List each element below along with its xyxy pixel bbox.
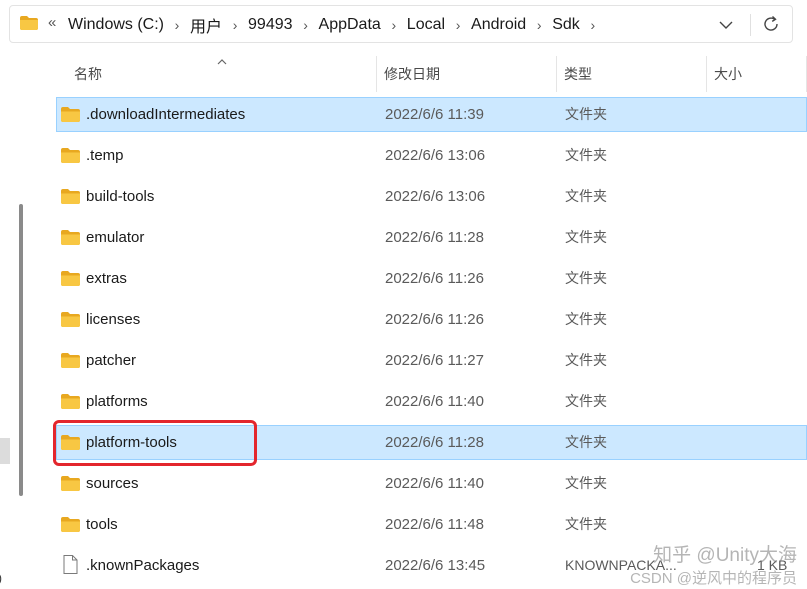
column-header-size[interactable]: 大小 — [714, 56, 742, 92]
file-icon — [61, 555, 80, 574]
navigation-glyph: ) — [0, 571, 2, 585]
chevron-right-icon[interactable]: › — [224, 17, 246, 33]
file-row[interactable]: build-tools 2022/6/6 13:06 文件夹 — [56, 179, 807, 214]
file-size: 1 KB — [757, 557, 788, 573]
folder-icon — [61, 189, 80, 204]
chevron-right-icon[interactable]: › — [582, 17, 604, 33]
folder-icon — [61, 476, 80, 491]
breadcrumb-item[interactable]: Windows (C:) — [66, 16, 166, 34]
file-name: extras — [86, 270, 127, 287]
navigation-item-edge[interactable] — [0, 438, 10, 464]
breadcrumb-item[interactable]: Sdk — [550, 16, 582, 34]
file-row[interactable]: sources 2022/6/6 11:40 文件夹 — [56, 466, 807, 501]
folder-icon — [61, 148, 80, 163]
file-list: .downloadIntermediates 2022/6/6 11:39 文件夹.… — [56, 97, 807, 589]
file-type: 文件夹 — [565, 516, 607, 532]
file-type: 文件夹 — [565, 434, 607, 450]
chevron-right-icon[interactable]: › — [528, 17, 550, 33]
folder-icon — [61, 353, 80, 368]
sort-ascending-icon — [217, 59, 227, 65]
column-divider[interactable] — [376, 56, 377, 92]
file-name: platforms — [86, 393, 148, 410]
file-type: 文件夹 — [565, 188, 607, 204]
breadcrumb-item[interactable]: 99493 — [246, 16, 295, 34]
file-row[interactable]: platform-tools 2022/6/6 11:28 文件夹 — [56, 425, 807, 460]
file-name: tools — [86, 516, 118, 533]
file-modified-date: 2022/6/6 11:26 — [385, 270, 484, 287]
folder-icon — [61, 394, 80, 409]
divider — [750, 14, 751, 36]
file-name: licenses — [86, 311, 141, 328]
breadcrumb-item[interactable]: Local — [405, 16, 447, 34]
file-name: .temp — [86, 147, 124, 164]
refresh-icon[interactable] — [760, 13, 782, 35]
file-modified-date: 2022/6/6 13:06 — [385, 188, 486, 205]
file-name: emulator — [86, 229, 145, 246]
file-type: 文件夹 — [565, 270, 607, 286]
file-modified-date: 2022/6/6 11:48 — [385, 516, 484, 533]
file-row[interactable]: emulator 2022/6/6 11:28 文件夹 — [56, 220, 807, 255]
file-modified-date: 2022/6/6 11:40 — [385, 475, 484, 492]
address-bar[interactable]: « Windows (C:) › 用户 › 99493 › AppData › … — [9, 5, 793, 43]
breadcrumb-item[interactable]: Android — [469, 16, 528, 34]
file-modified-date: 2022/6/6 11:26 — [385, 311, 484, 328]
column-header-modified[interactable]: 修改日期 — [384, 56, 440, 92]
column-divider[interactable] — [706, 56, 707, 92]
file-modified-date: 2022/6/6 11:28 — [385, 434, 484, 451]
folder-icon — [61, 517, 80, 532]
breadcrumb-item[interactable]: AppData — [317, 16, 383, 34]
file-explorer-window: « Windows (C:) › 用户 › 99493 › AppData › … — [0, 0, 807, 589]
chevron-right-icon[interactable]: › — [383, 17, 405, 33]
file-row[interactable]: .knownPackages 2022/6/6 13:45 KNOWNPACKA..… — [56, 548, 807, 583]
file-row[interactable]: licenses 2022/6/6 11:26 文件夹 — [56, 302, 807, 337]
file-modified-date: 2022/6/6 13:06 — [385, 147, 486, 164]
file-type: 文件夹 — [565, 147, 607, 163]
column-header-name[interactable]: 名称 — [74, 56, 102, 92]
file-type: 文件夹 — [565, 106, 607, 122]
chevron-right-icon[interactable]: › — [295, 17, 317, 33]
file-type: 文件夹 — [565, 229, 607, 245]
file-type: 文件夹 — [565, 393, 607, 409]
file-type: 文件夹 — [565, 352, 607, 368]
breadcrumb-item[interactable]: 用户 — [188, 13, 224, 37]
folder-icon — [20, 16, 38, 30]
file-row[interactable]: platforms 2022/6/6 11:40 文件夹 — [56, 384, 807, 419]
navigation-pane — [0, 56, 30, 589]
folder-icon — [61, 435, 80, 450]
file-name: build-tools — [86, 188, 155, 205]
file-row[interactable]: .temp 2022/6/6 13:06 文件夹 — [56, 138, 807, 173]
folder-icon — [61, 107, 80, 122]
navigation-scrollbar[interactable] — [19, 204, 23, 496]
chevron-right-icon[interactable]: › — [447, 17, 469, 33]
folder-icon — [61, 312, 80, 327]
file-modified-date: 2022/6/6 11:39 — [385, 106, 484, 123]
file-modified-date: 2022/6/6 11:27 — [385, 352, 484, 369]
file-modified-date: 2022/6/6 11:40 — [385, 393, 484, 410]
file-type: 文件夹 — [565, 311, 607, 327]
file-modified-date: 2022/6/6 13:45 — [385, 557, 486, 574]
file-name: .knownPackages — [86, 557, 200, 574]
breadcrumb-overflow-button[interactable]: « — [48, 14, 56, 31]
column-header-row: 名称 修改日期 类型 大小 — [56, 56, 807, 92]
file-name: patcher — [86, 352, 137, 369]
file-type: KNOWNPACKA... — [565, 557, 677, 573]
file-row[interactable]: tools 2022/6/6 11:48 文件夹 — [56, 507, 807, 542]
chevron-right-icon[interactable]: › — [166, 17, 188, 33]
file-name: sources — [86, 475, 139, 492]
folder-icon — [61, 230, 80, 245]
file-name: .downloadIntermediates — [86, 106, 246, 123]
file-row[interactable]: patcher 2022/6/6 11:27 文件夹 — [56, 343, 807, 378]
file-name: platform-tools — [86, 434, 177, 451]
file-type: 文件夹 — [565, 475, 607, 491]
folder-icon — [61, 271, 80, 286]
column-divider[interactable] — [556, 56, 557, 92]
breadcrumb: Windows (C:) › 用户 › 99493 › AppData › Lo… — [66, 14, 604, 36]
file-row[interactable]: .downloadIntermediates 2022/6/6 11:39 文件夹 — [56, 97, 807, 132]
column-header-type[interactable]: 类型 — [564, 56, 592, 92]
chevron-down-icon[interactable] — [716, 15, 736, 35]
file-row[interactable]: extras 2022/6/6 11:26 文件夹 — [56, 261, 807, 296]
file-modified-date: 2022/6/6 11:28 — [385, 229, 484, 246]
